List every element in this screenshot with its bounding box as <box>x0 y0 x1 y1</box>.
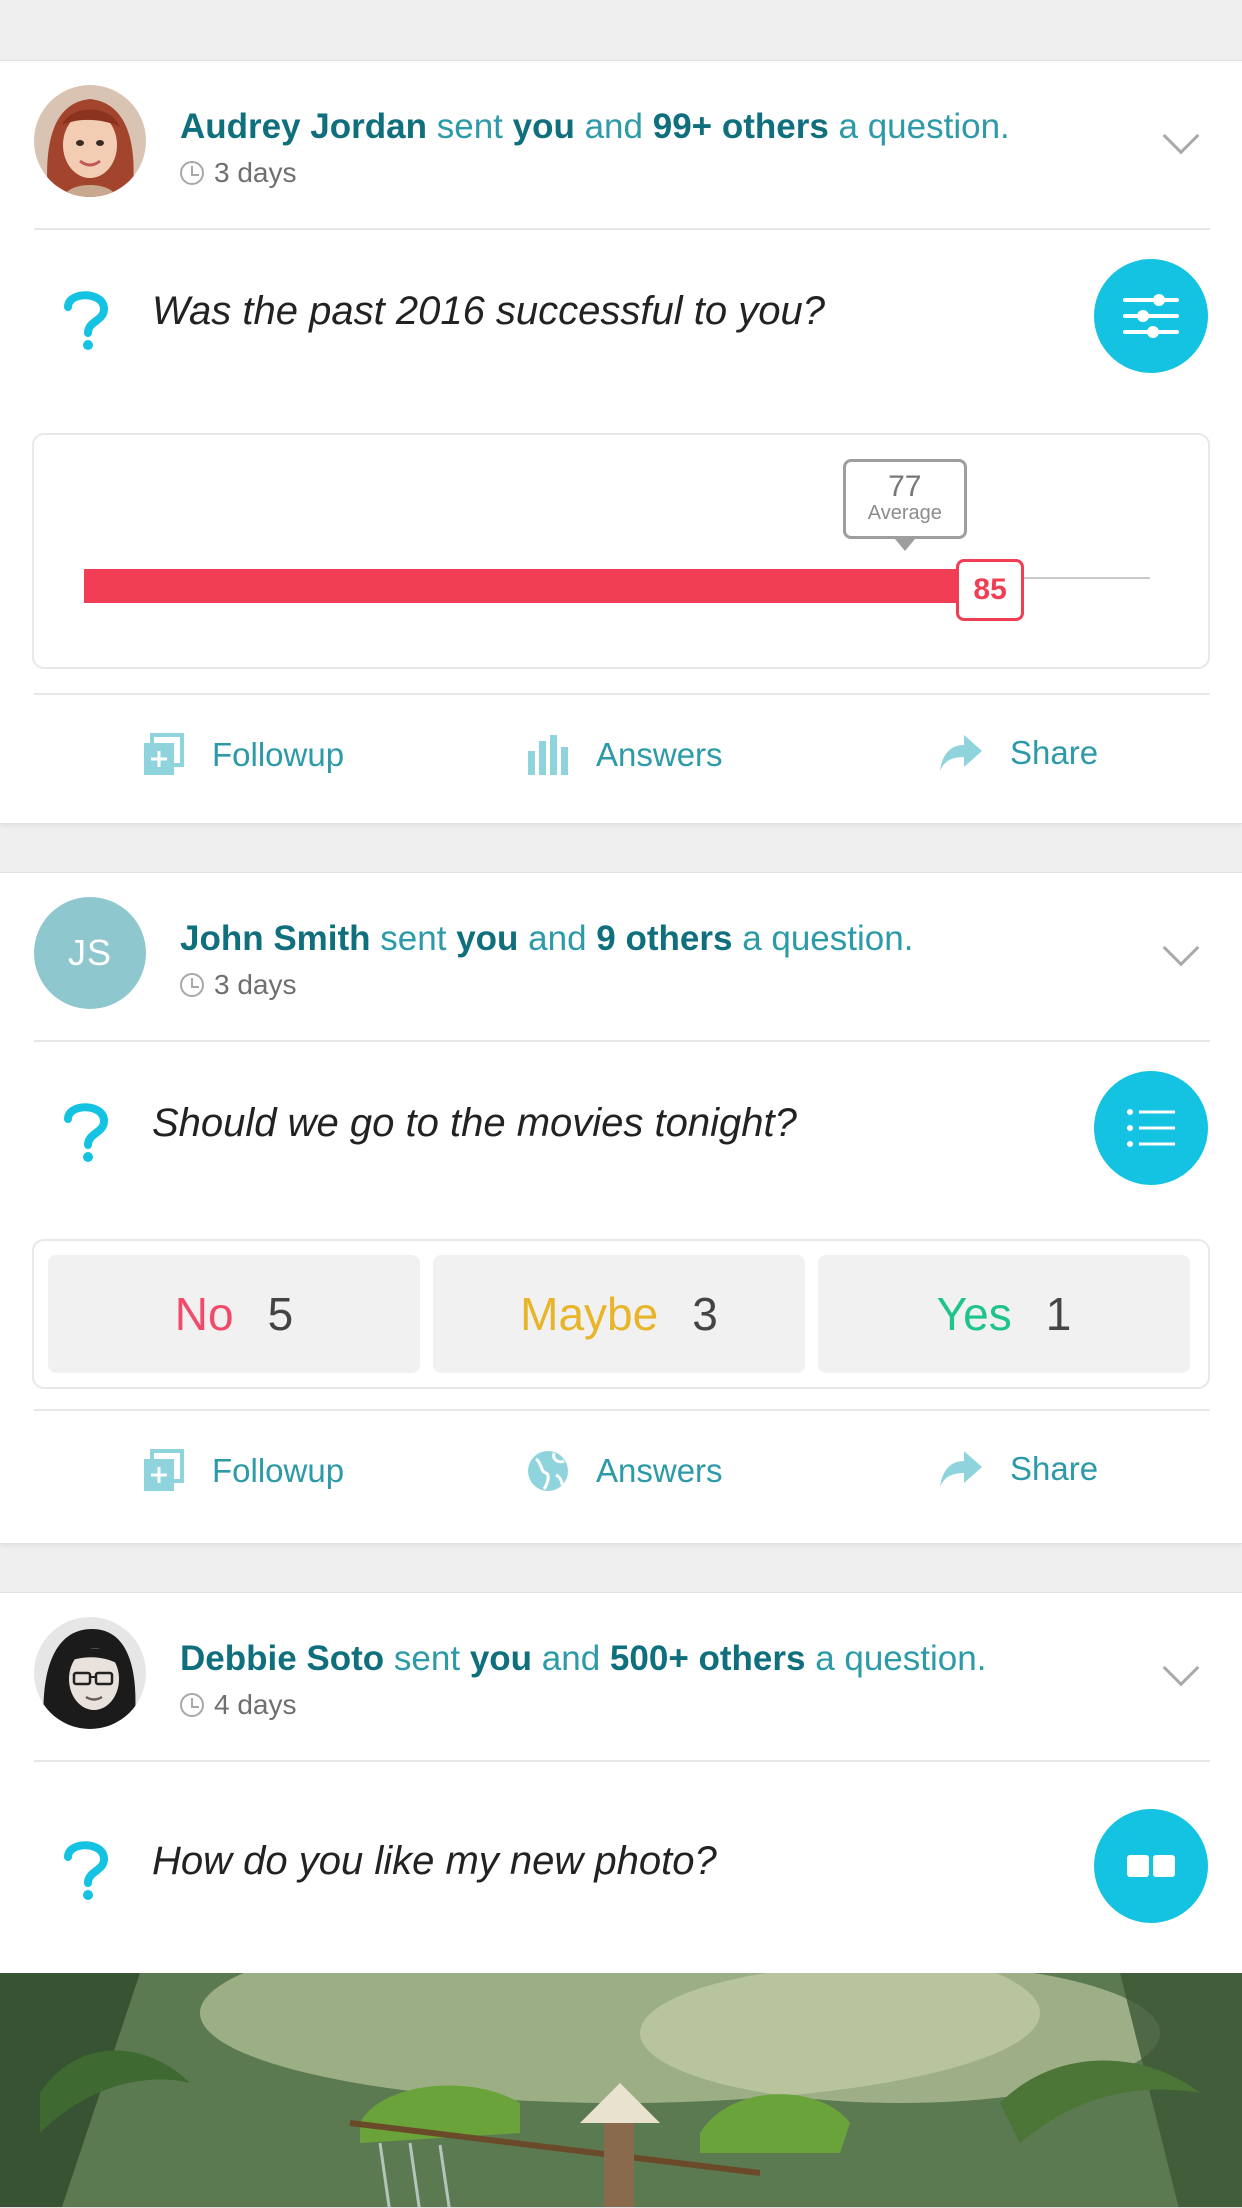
sender-name[interactable]: Audrey Jordan <box>180 107 427 146</box>
chevron-down-icon[interactable] <box>1162 929 1200 967</box>
recipient-you: you <box>456 919 519 958</box>
question-card: Debbie Soto sent you and 500+ others a q… <box>0 1592 1242 2208</box>
rice-farmer-photo <box>0 1973 1242 2207</box>
list-icon <box>1127 1109 1175 1147</box>
followup-label: Followup <box>212 1452 345 1489</box>
clock-icon <box>180 1693 204 1717</box>
share-label: Share <box>1010 1450 1099 1487</box>
share-button[interactable]: Share <box>938 1449 1098 1489</box>
recipient-others[interactable]: 500+ others <box>610 1639 806 1678</box>
avatar[interactable] <box>34 85 146 197</box>
chevron-down-icon[interactable] <box>1162 117 1200 155</box>
followup-button[interactable]: Followup <box>142 733 344 777</box>
slider-panel: 77 Average 85 <box>32 433 1210 669</box>
question-type-button[interactable] <box>1094 259 1208 373</box>
option-count: 1 <box>1045 1288 1072 1340</box>
time-text: 4 days <box>214 1689 297 1720</box>
followup-icon <box>144 733 184 775</box>
clock-icon <box>180 161 204 185</box>
sender-name[interactable]: John Smith <box>180 919 371 958</box>
recipient-you: you <box>512 107 575 146</box>
question-text: Was the past 2016 successful to you? <box>152 289 825 333</box>
average-marker: 77 Average <box>842 459 967 539</box>
question-type-button[interactable] <box>1094 1809 1208 1923</box>
share-label: Share <box>1010 734 1099 771</box>
chevron-down-icon[interactable] <box>1162 1649 1200 1687</box>
followup-button[interactable]: Followup <box>142 1449 344 1493</box>
share-arrow-icon <box>940 1451 982 1487</box>
and-word: and <box>528 919 587 958</box>
question-mark-icon <box>64 291 109 350</box>
question-photo[interactable] <box>0 1973 1242 2207</box>
average-pointer <box>894 539 915 551</box>
card-header: JS John Smith sent you and 9 others a qu… <box>0 873 1242 1041</box>
share-button[interactable]: Share <box>938 733 1098 773</box>
bar-chart-icon <box>528 735 568 775</box>
question-text: How do you like my new photo? <box>152 1839 717 1883</box>
question-text: Should we go to the movies tonight? <box>152 1101 797 1145</box>
answers-button[interactable]: Answers <box>526 733 723 777</box>
globe-icon <box>528 1451 568 1491</box>
divider <box>34 228 1210 230</box>
action-bar: Followup Answers Share <box>0 695 1242 825</box>
photo-compare-icon <box>1127 1855 1175 1877</box>
question-row: How do you like my new photo? <box>0 1781 1242 1951</box>
question-row: Should we go to the movies tonight? <box>0 1043 1242 1213</box>
option-count: 5 <box>267 1288 294 1340</box>
question-mark-icon <box>64 1841 109 1900</box>
sent-line: Debbie Soto sent you and 500+ others a q… <box>180 1639 986 1679</box>
divider <box>34 1760 1210 1762</box>
answers-button[interactable]: Answers <box>526 1449 723 1493</box>
question-type-button[interactable] <box>1094 1071 1208 1185</box>
avatar[interactable]: JS <box>34 897 146 1009</box>
option-no[interactable]: No 5 <box>48 1255 420 1373</box>
recipient-you: you <box>469 1639 533 1678</box>
question-card: JS John Smith sent you and 9 others a qu… <box>0 872 1242 1544</box>
option-count: 3 <box>692 1288 718 1340</box>
avatar[interactable] <box>34 1617 146 1729</box>
sent-word: sent <box>436 107 503 146</box>
action-bar: Followup Answers Share <box>0 1411 1242 1541</box>
sender-name[interactable]: Debbie Soto <box>180 1639 384 1678</box>
timestamp: 4 days <box>180 1689 297 1721</box>
average-caption: Average <box>867 502 942 524</box>
question-mark-icon <box>64 1103 109 1162</box>
recipient-others[interactable]: 99+ others <box>653 107 829 146</box>
and-word: and <box>584 107 643 146</box>
clock-icon <box>180 973 204 997</box>
recipient-others[interactable]: 9 others <box>596 919 732 958</box>
option-label: No <box>174 1288 234 1340</box>
timestamp: 3 days <box>180 969 297 1001</box>
share-arrow-icon <box>940 735 982 771</box>
sent-line: John Smith sent you and 9 others a quest… <box>180 919 913 959</box>
card-header: Debbie Soto sent you and 500+ others a q… <box>0 1593 1242 1761</box>
sent-tail: a question. <box>838 107 1010 146</box>
answers-label: Answers <box>596 736 723 773</box>
sent-word: sent <box>393 1639 461 1678</box>
sliders-icon <box>1123 294 1179 338</box>
option-label: Yes <box>936 1288 1012 1340</box>
slider-handle[interactable]: 85 <box>956 559 1025 621</box>
time-text: 3 days <box>214 969 297 1000</box>
option-maybe[interactable]: Maybe 3 <box>433 1255 805 1373</box>
sent-tail: a question. <box>815 1639 987 1678</box>
sent-tail: a question. <box>742 919 914 958</box>
divider <box>34 1040 1210 1042</box>
option-label: Maybe <box>520 1288 659 1340</box>
slider-fill <box>84 569 991 603</box>
option-yes[interactable]: Yes 1 <box>818 1255 1190 1373</box>
followup-label: Followup <box>212 736 345 773</box>
followup-icon <box>144 1449 184 1491</box>
card-header: Audrey Jordan sent you and 99+ others a … <box>0 61 1242 229</box>
time-text: 3 days <box>214 157 297 188</box>
sent-word: sent <box>380 919 447 958</box>
options-panel: No 5 Maybe 3 Yes 1 <box>32 1239 1210 1389</box>
and-word: and <box>541 1639 601 1678</box>
question-card: Audrey Jordan sent you and 99+ others a … <box>0 60 1242 824</box>
timestamp: 3 days <box>180 157 297 189</box>
average-value: 77 <box>888 470 922 503</box>
question-row: Was the past 2016 successful to you? <box>0 231 1242 401</box>
sent-line: Audrey Jordan sent you and 99+ others a … <box>180 107 1010 147</box>
answers-label: Answers <box>596 1452 723 1489</box>
